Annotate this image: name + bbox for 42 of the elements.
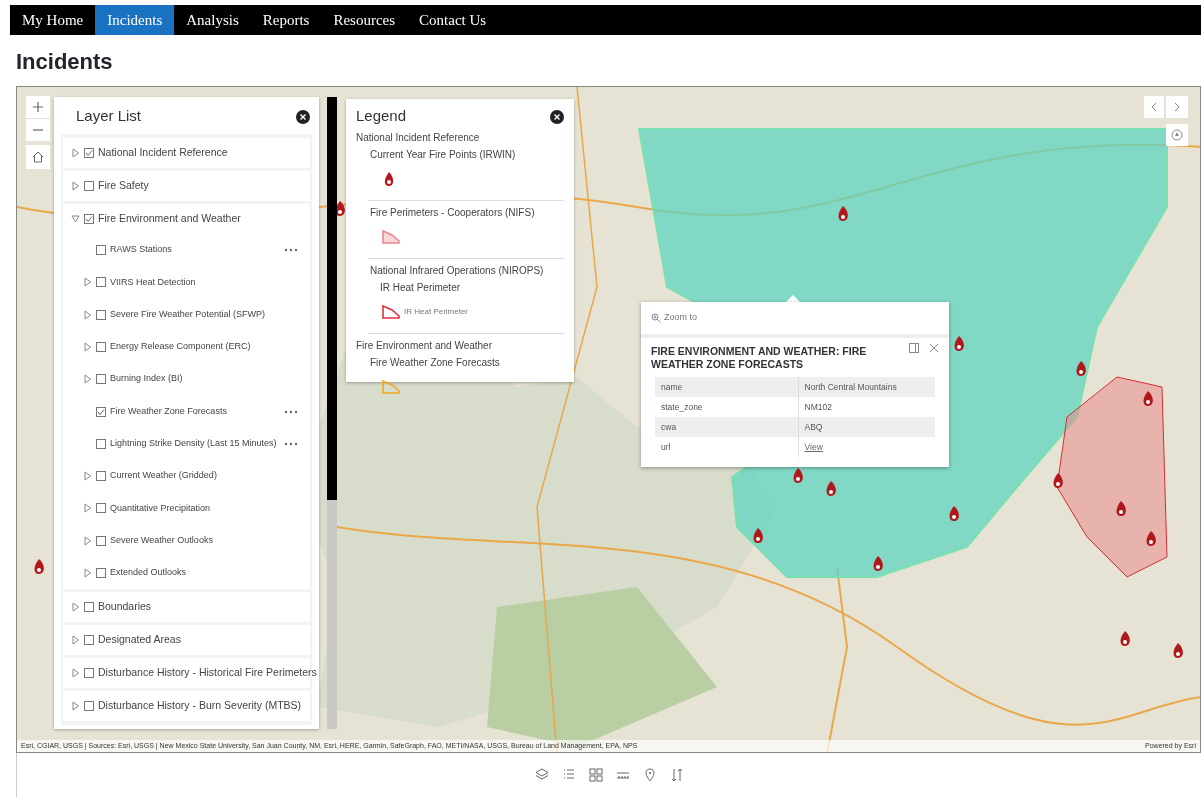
layer-name[interactable]: Boundaries [98, 599, 152, 616]
nav-tab[interactable]: Analysis [174, 5, 251, 35]
field-name: cwa [655, 417, 798, 438]
view-link[interactable]: View [804, 441, 823, 452]
layer-name[interactable]: Fire Environment and Weather [98, 211, 241, 227]
legend-layer-label: Current Year Fire Points (IRWIN) [369, 147, 517, 162]
panel-title: Legend [356, 106, 407, 127]
layer-name[interactable]: RAWS Stations [110, 243, 172, 257]
layer-name[interactable]: Current Weather (Gridded) [110, 469, 217, 483]
field-value: North Central Mountains [798, 377, 935, 398]
layer-name[interactable]: Disturbance History - Historical Fire Perimeters [98, 665, 317, 682]
layer-name[interactable]: Severe Weather Outlooks [110, 533, 213, 548]
legend-group-label: National Incident Reference [356, 130, 481, 145]
legend-layer-label: IR Heat Perimeter [379, 280, 462, 295]
field-name: url [655, 437, 798, 458]
layer-name[interactable]: Fire Safety [98, 178, 149, 194]
layer-name[interactable]: Severe Fire Weather Potential (SFWP) [110, 307, 265, 322]
field-value: ABQ [798, 417, 935, 438]
field-name: name [655, 377, 798, 398]
legend-layer-label: Fire Perimeters - Cooperators (NIFS) [369, 205, 536, 220]
popup-title: FIRE ENVIRONMENT AND WEATHER: FIRE WEATHER ZONE FORECASTS [650, 343, 868, 372]
layer-name[interactable]: Fire Weather Zone Forecasts [110, 404, 227, 419]
nav-tab[interactable]: Resources [321, 5, 408, 35]
zoom-to-button[interactable]: Zoom to [641, 302, 949, 338]
legend-group-label: Fire Environment and Weather [356, 338, 493, 353]
legend-layer-label: National Infrared Operations (NIROPS) [369, 263, 545, 278]
nav-tab[interactable]: Contact Us [407, 5, 499, 35]
panel-title: Layer List [76, 106, 142, 127]
nav-tab[interactable]: Reports [250, 5, 322, 35]
layer-name[interactable]: Designated Areas [98, 632, 181, 649]
layer-name[interactable]: Energy Release Component (ERC) [110, 340, 251, 354]
nav-tab[interactable]: My Home [10, 5, 96, 35]
layer-name[interactable]: Burning Index (BI) [110, 372, 183, 386]
layer-name[interactable]: Quantitative Precipitation [110, 501, 211, 516]
layer-name[interactable]: VIIRS Heat Detection [110, 275, 196, 290]
legend-layer-label: Fire Weather Zone Forecasts [369, 355, 501, 370]
nav-tab[interactable]: Incidents [95, 5, 175, 35]
layer-name[interactable]: Extended Outlooks [110, 566, 187, 580]
page-title: Incidents [16, 49, 114, 76]
layer-name[interactable]: Lightning Strike Density (Last 15 Minutes) [110, 437, 277, 451]
field-value: NM102 [798, 397, 935, 418]
symbol-caption: IR Heat Perimeter [404, 305, 469, 318]
